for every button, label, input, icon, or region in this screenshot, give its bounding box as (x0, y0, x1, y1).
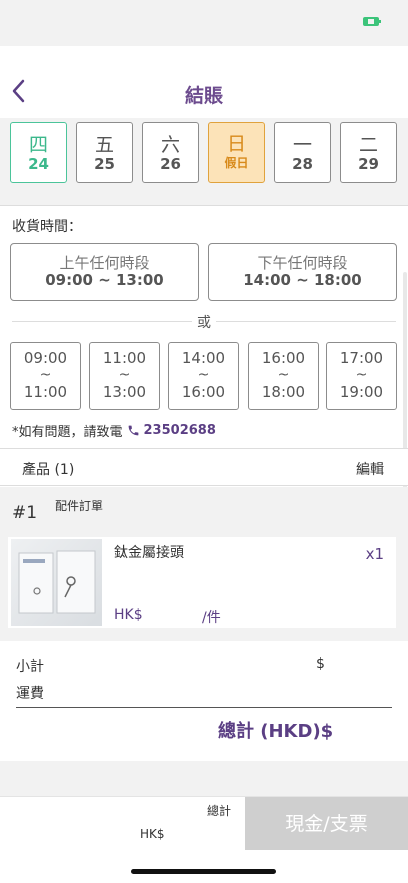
slot-end: 13:00 (102, 383, 147, 401)
period-label: 下午任何時段 (257, 254, 348, 272)
slot-separator: ~ (277, 367, 290, 383)
date-selector: 四 24 五 25 六 26 日 假日 一 28 二 29 (0, 118, 408, 206)
date-weekday: 五 (94, 134, 114, 156)
slot-separator: ~ (197, 367, 210, 383)
date-option-thu-24[interactable]: 四 24 (10, 122, 67, 183)
time-slot-1700-1900[interactable]: 17:00 ~ 19:00 (326, 342, 397, 410)
slot-end: 16:00 (181, 383, 226, 401)
or-label: 或 (192, 312, 216, 332)
period-afternoon-button[interactable]: 下午任何時段 14:00 ~ 18:00 (208, 243, 397, 301)
slot-end: 19:00 (339, 383, 384, 401)
home-area (0, 850, 408, 883)
order-summary: 小計 $ 運費 總計 (HKD)$ (0, 641, 408, 761)
phone-icon (128, 425, 138, 436)
order-number: #1 (12, 503, 38, 523)
date-weekday: 六 (160, 134, 180, 156)
date-weekday: 四 (28, 134, 48, 156)
product-package-icon (18, 550, 96, 614)
date-option-sun-holiday[interactable]: 日 假日 (208, 122, 265, 183)
time-slot-1100-1300[interactable]: 11:00 ~ 13:00 (89, 342, 160, 410)
period-label: 上午任何時段 (59, 254, 150, 272)
slot-end: 11:00 (23, 383, 68, 401)
shipping-label: 運費 (16, 686, 44, 702)
date-day: 24 (28, 155, 49, 173)
help-text: *如有問題，請致電 (12, 425, 123, 440)
date-option-mon-28[interactable]: 一 28 (274, 122, 331, 183)
time-slot-1600-1800[interactable]: 16:00 ~ 18:00 (248, 342, 319, 410)
time-slot-0900-1100[interactable]: 09:00 ~ 11:00 (10, 342, 81, 410)
footer-total-label: 總計 (207, 804, 232, 818)
date-day: 29 (358, 155, 379, 173)
slot-end: 18:00 (261, 383, 306, 401)
slot-separator: ~ (39, 367, 52, 383)
total-label: 總計 (HKD)$ (218, 721, 334, 742)
edit-button[interactable]: 編輯 (356, 459, 384, 479)
slot-start: 11:00 (102, 349, 147, 367)
product-quantity: x1 (365, 545, 384, 563)
summary-divider (16, 707, 392, 708)
battery-icon (363, 17, 381, 26)
period-time: 09:00 ~ 13:00 (45, 271, 164, 289)
date-day: 25 (94, 155, 115, 173)
date-option-fri-25[interactable]: 五 25 (76, 122, 133, 183)
slot-start: 09:00 (23, 349, 68, 367)
slot-separator: ~ (118, 367, 131, 383)
slot-start: 16:00 (261, 349, 306, 367)
products-count-label: 產品 (1) (22, 462, 75, 478)
product-item[interactable]: 鈦金屬接頭 x1 HK$ /件 (8, 537, 396, 628)
phone-number-link[interactable]: 23502688 (144, 423, 216, 438)
help-line: *如有問題，請致電 23502688 (12, 421, 216, 440)
date-option-tue-29[interactable]: 二 29 (340, 122, 397, 183)
date-day: 26 (160, 155, 181, 173)
date-day: 28 (292, 155, 313, 173)
nav-bar: 結賬 (0, 46, 408, 118)
slot-start: 14:00 (181, 349, 226, 367)
period-morning-button[interactable]: 上午任何時段 09:00 ~ 13:00 (10, 243, 199, 301)
pay-cash-cheque-button[interactable]: 現金/支票 (245, 797, 408, 851)
home-indicator[interactable] (131, 869, 276, 874)
product-name: 鈦金屬接頭 (114, 545, 184, 561)
products-header: 產品 (1) 編輯 (0, 448, 408, 486)
slot-separator: ~ (355, 367, 368, 383)
subtotal-label: 小計 (16, 659, 44, 675)
date-weekday: 二 (358, 134, 378, 156)
subtotal-value: $ (316, 656, 325, 672)
date-weekday: 日 (226, 133, 246, 155)
time-slot-1400-1600[interactable]: 14:00 ~ 16:00 (168, 342, 239, 410)
product-unit: /件 (202, 610, 221, 626)
product-price: HK$ (114, 607, 143, 623)
delivery-time-label: 收貨時間： (12, 219, 82, 235)
order-type: 配件訂單 (55, 499, 104, 513)
period-time: 14:00 ~ 18:00 (243, 271, 362, 289)
checkout-footer: 總計 HK$ 現金/支票 (0, 796, 408, 851)
footer-total-value: HK$ (140, 827, 165, 841)
status-bar (0, 0, 408, 46)
product-image (11, 539, 102, 626)
date-weekday: 一 (292, 134, 312, 156)
date-option-sat-26[interactable]: 六 26 (142, 122, 199, 183)
slot-start: 17:00 (339, 349, 384, 367)
page-title: 結賬 (184, 85, 223, 107)
order-section: #1 配件訂單 鈦金屬接頭 x1 HK$ /件 (0, 487, 408, 641)
spacer (0, 761, 408, 796)
holiday-label: 假日 (224, 156, 249, 170)
